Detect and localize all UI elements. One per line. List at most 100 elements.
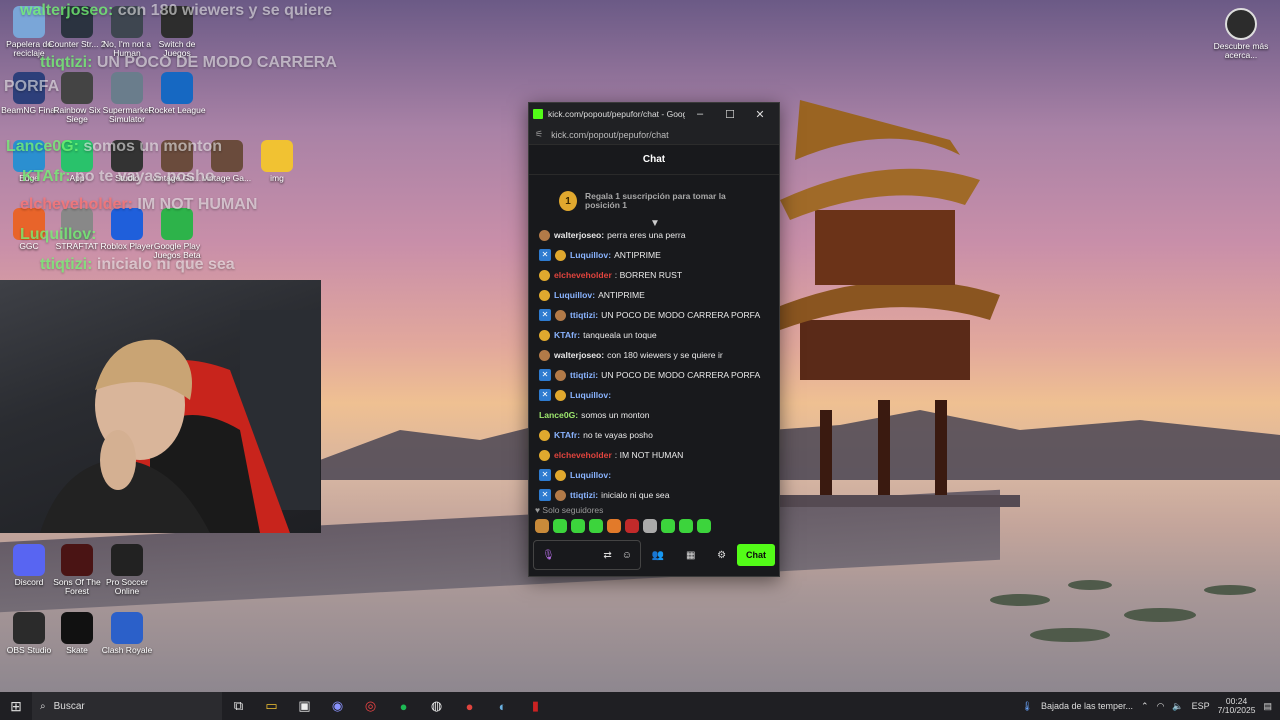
chat-username[interactable]: ttiqtizi:: [570, 370, 598, 380]
start-button[interactable]: ⊞: [0, 698, 32, 715]
gift-sub-promo[interactable]: 1 Regala 1 suscripción para tomar la pos…: [535, 179, 773, 223]
chat-username[interactable]: Luquillov:: [570, 470, 611, 480]
chat-username[interactable]: KTAfr:: [554, 330, 580, 340]
chat-message[interactable]: KTAfr: tanqueala un toque: [539, 325, 779, 345]
taskbar-search[interactable]: ⌕ Buscar: [32, 692, 222, 720]
chat-heading: Chat: [529, 145, 779, 175]
store-icon[interactable]: ▣: [288, 698, 321, 714]
clock[interactable]: 00:24 7/10/2025: [1217, 696, 1256, 716]
users-icon[interactable]: 👥: [652, 550, 664, 561]
translate-icon[interactable]: ⇄: [603, 550, 611, 561]
emote[interactable]: [535, 519, 549, 533]
close-button[interactable]: ✕: [745, 108, 775, 121]
chat-username[interactable]: elcheveholder: [554, 270, 612, 280]
chrome-icon[interactable]: ◎: [354, 698, 387, 714]
desktop-icon[interactable]: Rocket League: [148, 72, 206, 115]
desktop-icon[interactable]: img: [248, 140, 306, 183]
desktop-icon[interactable]: Pro Soccer Online: [98, 544, 156, 596]
chat-username[interactable]: walterjoseo:: [554, 350, 604, 360]
gold-badge-icon: [539, 429, 550, 441]
chat-username[interactable]: Lance0G:: [539, 410, 578, 420]
volume-icon[interactable]: 🔈: [1172, 701, 1183, 712]
chat-username[interactable]: Luquillov:: [570, 250, 611, 260]
chat-username[interactable]: Luquillov:: [570, 390, 611, 400]
weather-icon[interactable]: 🌡: [1022, 701, 1033, 712]
discord-icon[interactable]: ◉: [321, 698, 354, 714]
store-icon[interactable]: ▦: [686, 550, 695, 561]
chat-message[interactable]: Lance0G: somos un monton: [539, 405, 779, 425]
emote-bar[interactable]: [535, 519, 711, 533]
file-explorer-icon[interactable]: ▭: [255, 698, 288, 714]
desktop-icon[interactable]: Google Play Juegos Beta: [148, 208, 206, 260]
address-bar[interactable]: ⚟ kick.com/popout/pepufor/chat: [529, 125, 779, 145]
gear-icon[interactable]: ⚙: [717, 550, 726, 561]
chat-message[interactable]: ✕ ttiqtizi: UN POCO DE MODO CARRERA PORFA: [539, 365, 779, 385]
chevron-up-icon[interactable]: ⌃: [1141, 701, 1149, 712]
rank-badge: 1: [559, 191, 577, 211]
chat-username[interactable]: Luquillov:: [554, 290, 595, 300]
clock-date: 7/10/2025: [1217, 705, 1256, 715]
obs-icon[interactable]: ◍: [420, 698, 453, 714]
desktop-icon[interactable]: Clash Royale: [98, 612, 156, 655]
chat-text: UN POCO DE MODO CARRERA PORFA: [601, 370, 761, 380]
chat-message[interactable]: elcheveholder: IM NOT HUMAN: [539, 445, 779, 465]
emote[interactable]: [661, 519, 675, 533]
minimize-button[interactable]: –: [685, 108, 715, 120]
x-badge-icon: ✕: [539, 389, 551, 401]
emote[interactable]: [697, 519, 711, 533]
language-indicator[interactable]: ESP: [1192, 701, 1210, 711]
game-icon[interactable]: ▮: [519, 698, 552, 714]
desktop-icon-label: img: [270, 173, 284, 183]
lily-pads: [990, 580, 1256, 642]
app-icon: [261, 140, 293, 172]
window-titlebar[interactable]: kick.com/popout/pepufor/chat - Goog... –…: [529, 103, 779, 125]
chat-username[interactable]: ttiqtizi:: [570, 310, 598, 320]
brown-badge-icon: [555, 369, 566, 381]
emote[interactable]: [625, 519, 639, 533]
app-icon: [13, 612, 45, 644]
chat-messages[interactable]: walterjoseo: perra eres una perra ✕ Luquill…: [529, 225, 779, 503]
chat-username[interactable]: ttiqtizi:: [570, 490, 598, 500]
emote[interactable]: [589, 519, 603, 533]
spotify-icon[interactable]: ●: [387, 699, 420, 714]
chat-message[interactable]: walterjoseo: perra eres una perra: [539, 225, 779, 245]
mic-icon[interactable]: 🎙: [542, 550, 555, 561]
emote[interactable]: [643, 519, 657, 533]
chat-message[interactable]: elcheveholder: BORREN RUST: [539, 265, 779, 285]
chat-message[interactable]: ✕ ttiqtizi: UN POCO DE MODO CARRERA PORFA: [539, 305, 779, 325]
maximize-button[interactable]: ☐: [715, 108, 745, 121]
emote[interactable]: [571, 519, 585, 533]
chat-input[interactable]: 🎙 ⇄ ☺: [533, 540, 641, 570]
steam-icon[interactable]: ◐: [486, 699, 519, 714]
chat-username[interactable]: walterjoseo:: [554, 230, 604, 240]
x-badge-icon: ✕: [539, 489, 551, 501]
chat-username[interactable]: elcheveholder: [554, 450, 612, 460]
chat-message[interactable]: Luquillov: ANTIPRIME: [539, 285, 779, 305]
chat-popup-window[interactable]: kick.com/popout/pepufor/chat - Goog... –…: [528, 102, 780, 577]
overlay-username: elcheveholder:: [20, 196, 133, 213]
emote[interactable]: [679, 519, 693, 533]
app-icon[interactable]: ●: [453, 699, 486, 714]
chat-username[interactable]: KTAfr:: [554, 430, 580, 440]
chat-message[interactable]: ✕ Luquillov:: [539, 465, 779, 485]
emote[interactable]: [553, 519, 567, 533]
emoji-icon[interactable]: ☺: [622, 550, 632, 561]
chat-message[interactable]: ✕ Luquillov: ANTIPRIME: [539, 245, 779, 265]
emote[interactable]: [607, 519, 621, 533]
overlay-username: ttiqtizi:: [40, 54, 93, 71]
site-settings-icon[interactable]: ⚟: [535, 129, 543, 140]
notifications-icon[interactable]: ▤: [1263, 701, 1272, 712]
chat-message[interactable]: ✕ ttiqtizi: inicialo ni que sea: [539, 485, 779, 503]
overlay-text: inicialo ni que sea: [92, 256, 235, 273]
send-chat-button[interactable]: Chat: [737, 544, 775, 566]
desktop-icon-label: OBS Studio: [6, 645, 52, 655]
wifi-icon[interactable]: ◠: [1157, 701, 1165, 712]
chat-message[interactable]: ✕ Luquillov:: [539, 385, 779, 405]
chat-message[interactable]: walterjoseo: con 180 wiewers y se quiere …: [539, 345, 779, 365]
task-view-icon[interactable]: ⧉: [222, 698, 255, 714]
desktop-icon-label: Rainbow Six Siege: [53, 105, 101, 124]
overlay-chat-line: KTAfr: no te vayas posho: [22, 168, 215, 186]
desktop-icon-discover[interactable]: Descubre más acerca...: [1212, 8, 1270, 60]
chat-message[interactable]: KTAfr: no te vayas posho: [539, 425, 779, 445]
weather-text[interactable]: Bajada de las temper...: [1041, 701, 1133, 711]
